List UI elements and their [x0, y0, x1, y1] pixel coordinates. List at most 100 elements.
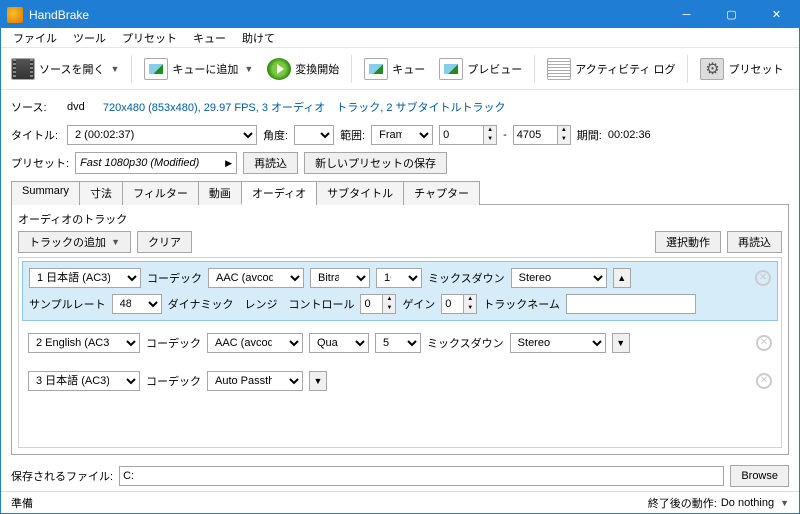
codec-label: コーデック	[146, 335, 201, 351]
clear-tracks-button[interactable]: クリア	[137, 231, 192, 253]
expand-toggle[interactable]: ▼	[309, 371, 327, 391]
tab-chapters[interactable]: チャプター	[403, 181, 480, 205]
play-icon	[267, 58, 291, 80]
codec-label: コーデック	[147, 270, 202, 286]
range-to-stepper[interactable]: ▲▼	[513, 125, 571, 145]
mixdown-select[interactable]: Stereo	[511, 268, 607, 288]
track-source-select[interactable]: 1 日本語 (AC3) (2.0 ch)	[29, 268, 141, 288]
chevron-down-icon: ▼	[110, 64, 119, 74]
maximize-button[interactable]: ▢	[709, 1, 754, 28]
range-type-select[interactable]: Frames	[371, 125, 433, 145]
duration-value: 00:02:36	[608, 129, 651, 141]
toolbar: ソースを開く▼ キューに追加▼ 変換開始 キュー プレビュー アクティビティ ロ…	[1, 48, 799, 90]
queue-button[interactable]: キュー	[358, 51, 431, 87]
up-icon[interactable]: ▲	[484, 126, 496, 135]
up-icon[interactable]: ▲	[558, 126, 570, 135]
menu-preset[interactable]: プリセット	[114, 28, 185, 48]
close-button[interactable]: ✕	[754, 1, 799, 28]
mixdown-select[interactable]: Stereo	[510, 333, 606, 353]
menu-tool[interactable]: ツール	[65, 28, 114, 48]
trackname-input[interactable]	[566, 294, 696, 314]
selection-behavior-button[interactable]: 選択動作	[655, 231, 721, 253]
titlebar: HandBrake ─ ▢ ✕	[1, 1, 799, 28]
reload-audio-button[interactable]: 再読込	[727, 231, 782, 253]
range-from-stepper[interactable]: ▲▼	[439, 125, 497, 145]
samplerate-select[interactable]: 48	[112, 294, 162, 314]
preset-save-button[interactable]: 新しいプリセットの保存	[304, 152, 447, 174]
audio-track-row[interactable]: 2 English (AC3) (2.0 ch) コーデック AAC (avco…	[22, 327, 778, 359]
menu-help[interactable]: 助けて	[234, 28, 283, 48]
tab-filters[interactable]: フィルター	[122, 181, 199, 205]
codec-label: コーデック	[146, 373, 201, 389]
tab-subtitles[interactable]: サブタイトル	[316, 181, 404, 205]
preview-icon	[439, 58, 463, 80]
track-source-select[interactable]: 2 English (AC3) (2.0 ch)	[28, 333, 140, 353]
down-icon[interactable]: ▼	[484, 135, 496, 144]
activity-log-button[interactable]: アクティビティ ログ	[541, 51, 681, 87]
title-select[interactable]: 2 (00:02:37)	[67, 125, 257, 145]
mixdown-label: ミックスダウン	[428, 270, 505, 286]
gain-stepper[interactable]: ▲▼	[441, 294, 477, 314]
mixdown-label: ミックスダウン	[427, 335, 504, 351]
preview-button[interactable]: プレビュー	[433, 51, 528, 87]
done-action-value[interactable]: Do nothing	[721, 497, 774, 509]
menubar: ファイル ツール プリセット キュー 助けて	[1, 28, 799, 48]
add-track-button[interactable]: トラックの追加 ▼	[18, 231, 131, 253]
gain-input[interactable]	[441, 294, 463, 314]
range-label: 範囲:	[340, 127, 365, 143]
save-path-input[interactable]	[119, 466, 724, 486]
chevron-down-icon: ▼	[244, 64, 253, 74]
expand-toggle[interactable]: ▲	[613, 268, 631, 288]
open-source-button[interactable]: ソースを開く▼	[5, 51, 125, 87]
add-queue-button[interactable]: キューに追加▼	[138, 51, 259, 87]
mode-value-select[interactable]: 160	[376, 268, 422, 288]
window-title: HandBrake	[29, 8, 664, 22]
track-source-select[interactable]: 3 日本語 (AC3) (2.0 ch)	[28, 371, 140, 391]
range-to-input[interactable]	[513, 125, 557, 145]
audio-track-row[interactable]: 3 日本語 (AC3) (2.0 ch) コーデック Auto Passthru…	[22, 365, 778, 397]
separator	[131, 55, 132, 83]
tab-video[interactable]: 動画	[198, 181, 242, 205]
angle-label: 角度:	[263, 127, 288, 143]
queue-icon	[364, 58, 388, 80]
minimize-button[interactable]: ─	[664, 1, 709, 28]
menu-queue[interactable]: キュー	[185, 28, 234, 48]
gear-icon	[700, 58, 724, 80]
source-label: ソース:	[11, 99, 61, 115]
mode-value-select[interactable]: 5	[375, 333, 421, 353]
range-from-input[interactable]	[439, 125, 483, 145]
start-encode-button[interactable]: 変換開始	[261, 51, 345, 87]
tab-dimensions[interactable]: 寸法	[79, 181, 123, 205]
trackname-label: トラックネーム	[483, 296, 560, 312]
film-icon	[11, 58, 35, 80]
presets-button[interactable]: プリセット	[694, 51, 789, 87]
audio-heading: オーディオのトラック	[18, 211, 782, 227]
track-list: 1 日本語 (AC3) (2.0 ch) コーデック AAC (avcodec)…	[18, 257, 782, 448]
title-label: タイトル:	[11, 127, 61, 143]
status-text: 準備	[11, 495, 33, 511]
preset-reload-button[interactable]: 再読込	[243, 152, 298, 174]
tab-summary[interactable]: Summary	[11, 181, 80, 205]
tab-audio[interactable]: オーディオ	[241, 181, 317, 205]
drc-stepper[interactable]: ▲▼	[360, 294, 396, 314]
log-icon	[547, 58, 571, 80]
codec-select[interactable]: AAC (avcodec)	[207, 333, 303, 353]
mode-select[interactable]: Quality:	[309, 333, 369, 353]
mode-select[interactable]: Bitrate:	[310, 268, 370, 288]
browse-button[interactable]: Browse	[730, 465, 789, 487]
remove-track-button[interactable]: ✕	[756, 373, 772, 389]
expand-toggle[interactable]: ▼	[612, 333, 630, 353]
angle-select[interactable]: 1	[294, 125, 334, 145]
remove-track-button[interactable]: ✕	[756, 335, 772, 351]
preset-picker[interactable]: Fast 1080p30 (Modified)▶	[75, 152, 237, 174]
dash: -	[503, 129, 507, 141]
remove-track-button[interactable]: ✕	[755, 270, 771, 286]
chevron-down-icon[interactable]: ▼	[780, 498, 789, 508]
down-icon[interactable]: ▼	[558, 135, 570, 144]
codec-select[interactable]: AAC (avcodec)	[208, 268, 304, 288]
menu-file[interactable]: ファイル	[5, 28, 65, 48]
drc-input[interactable]	[360, 294, 382, 314]
source-row: ソース: dvd 720x480 (853x480), 29.97 FPS, 3…	[11, 96, 789, 118]
codec-select[interactable]: Auto Passthru	[207, 371, 303, 391]
audio-track-row[interactable]: 1 日本語 (AC3) (2.0 ch) コーデック AAC (avcodec)…	[22, 261, 778, 321]
